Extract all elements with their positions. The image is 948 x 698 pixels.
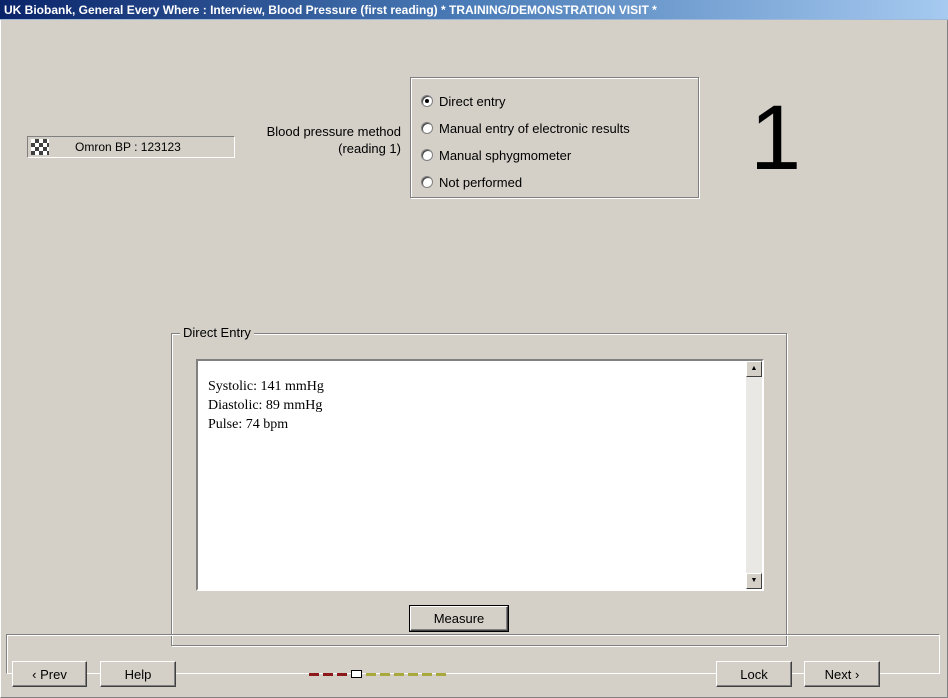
progress-remaining-step [380, 672, 390, 676]
radio-button[interactable] [421, 122, 433, 134]
bp-method-radio-group: Direct entry Manual entry of electronic … [410, 77, 699, 198]
device-indicator: Omron BP : 123123 [27, 136, 235, 158]
radio-manual-electronic[interactable]: Manual entry of electronic results [421, 119, 630, 137]
scroll-down-icon[interactable]: ▼ [746, 573, 762, 589]
progress-remaining-step [394, 672, 404, 676]
radio-manual-sphygmometer[interactable]: Manual sphygmometer [421, 146, 571, 164]
window-title-bar: UK Biobank, General Every Where : Interv… [0, 0, 948, 20]
device-label: Omron BP : 123123 [75, 140, 181, 154]
radio-label[interactable]: Direct entry [439, 94, 505, 109]
radio-button[interactable] [421, 176, 433, 188]
scroll-up-icon[interactable]: ▲ [746, 361, 762, 377]
systolic-reading: Systolic: 141 mmHg [208, 379, 324, 394]
progress-remaining-step [436, 672, 446, 676]
progress-completed-step [337, 672, 347, 676]
progress-remaining-step [422, 672, 432, 676]
readings-textbox[interactable]: Systolic: 141 mmHg Diastolic: 89 mmHg Pu… [196, 359, 764, 591]
progress-remaining-step [408, 672, 418, 676]
radio-label[interactable]: Manual sphygmometer [439, 148, 571, 163]
next-button[interactable]: Next › [804, 661, 880, 687]
progress-remaining-step [366, 672, 376, 676]
lock-button[interactable]: Lock [716, 661, 792, 687]
radio-button[interactable] [421, 149, 433, 161]
checkered-device-icon [31, 139, 49, 155]
progress-completed-step [309, 672, 319, 676]
vertical-scrollbar[interactable]: ▲ ▼ [746, 361, 762, 589]
readings-content: Systolic: 141 mmHg Diastolic: 89 mmHg Pu… [208, 377, 324, 434]
diastolic-reading: Diastolic: 89 mmHg [208, 398, 323, 413]
radio-button-checked[interactable] [421, 95, 433, 107]
prev-button[interactable]: ‹ Prev [12, 661, 87, 687]
bp-method-label: Blood pressure method (reading 1) [240, 123, 401, 157]
radio-not-performed[interactable]: Not performed [421, 173, 522, 191]
pulse-reading: Pulse: 74 bpm [208, 417, 289, 432]
radio-label[interactable]: Not performed [439, 175, 522, 190]
direct-entry-group: Direct Entry Systolic: 141 mmHg Diastoli… [171, 325, 787, 646]
bp-method-label-line1: Blood pressure method [266, 124, 401, 139]
reading-number: 1 [750, 87, 802, 189]
progress-indicator [309, 670, 450, 678]
direct-entry-legend: Direct Entry [180, 325, 254, 341]
help-button[interactable]: Help [100, 661, 176, 687]
radio-direct-entry[interactable]: Direct entry [421, 92, 505, 110]
progress-completed-step [323, 672, 333, 676]
window-title: UK Biobank, General Every Where : Interv… [4, 3, 657, 17]
measure-button[interactable]: Measure [409, 605, 509, 632]
progress-current-step [351, 670, 362, 678]
radio-label[interactable]: Manual entry of electronic results [439, 121, 630, 136]
bp-method-label-line2: (reading 1) [338, 141, 401, 156]
